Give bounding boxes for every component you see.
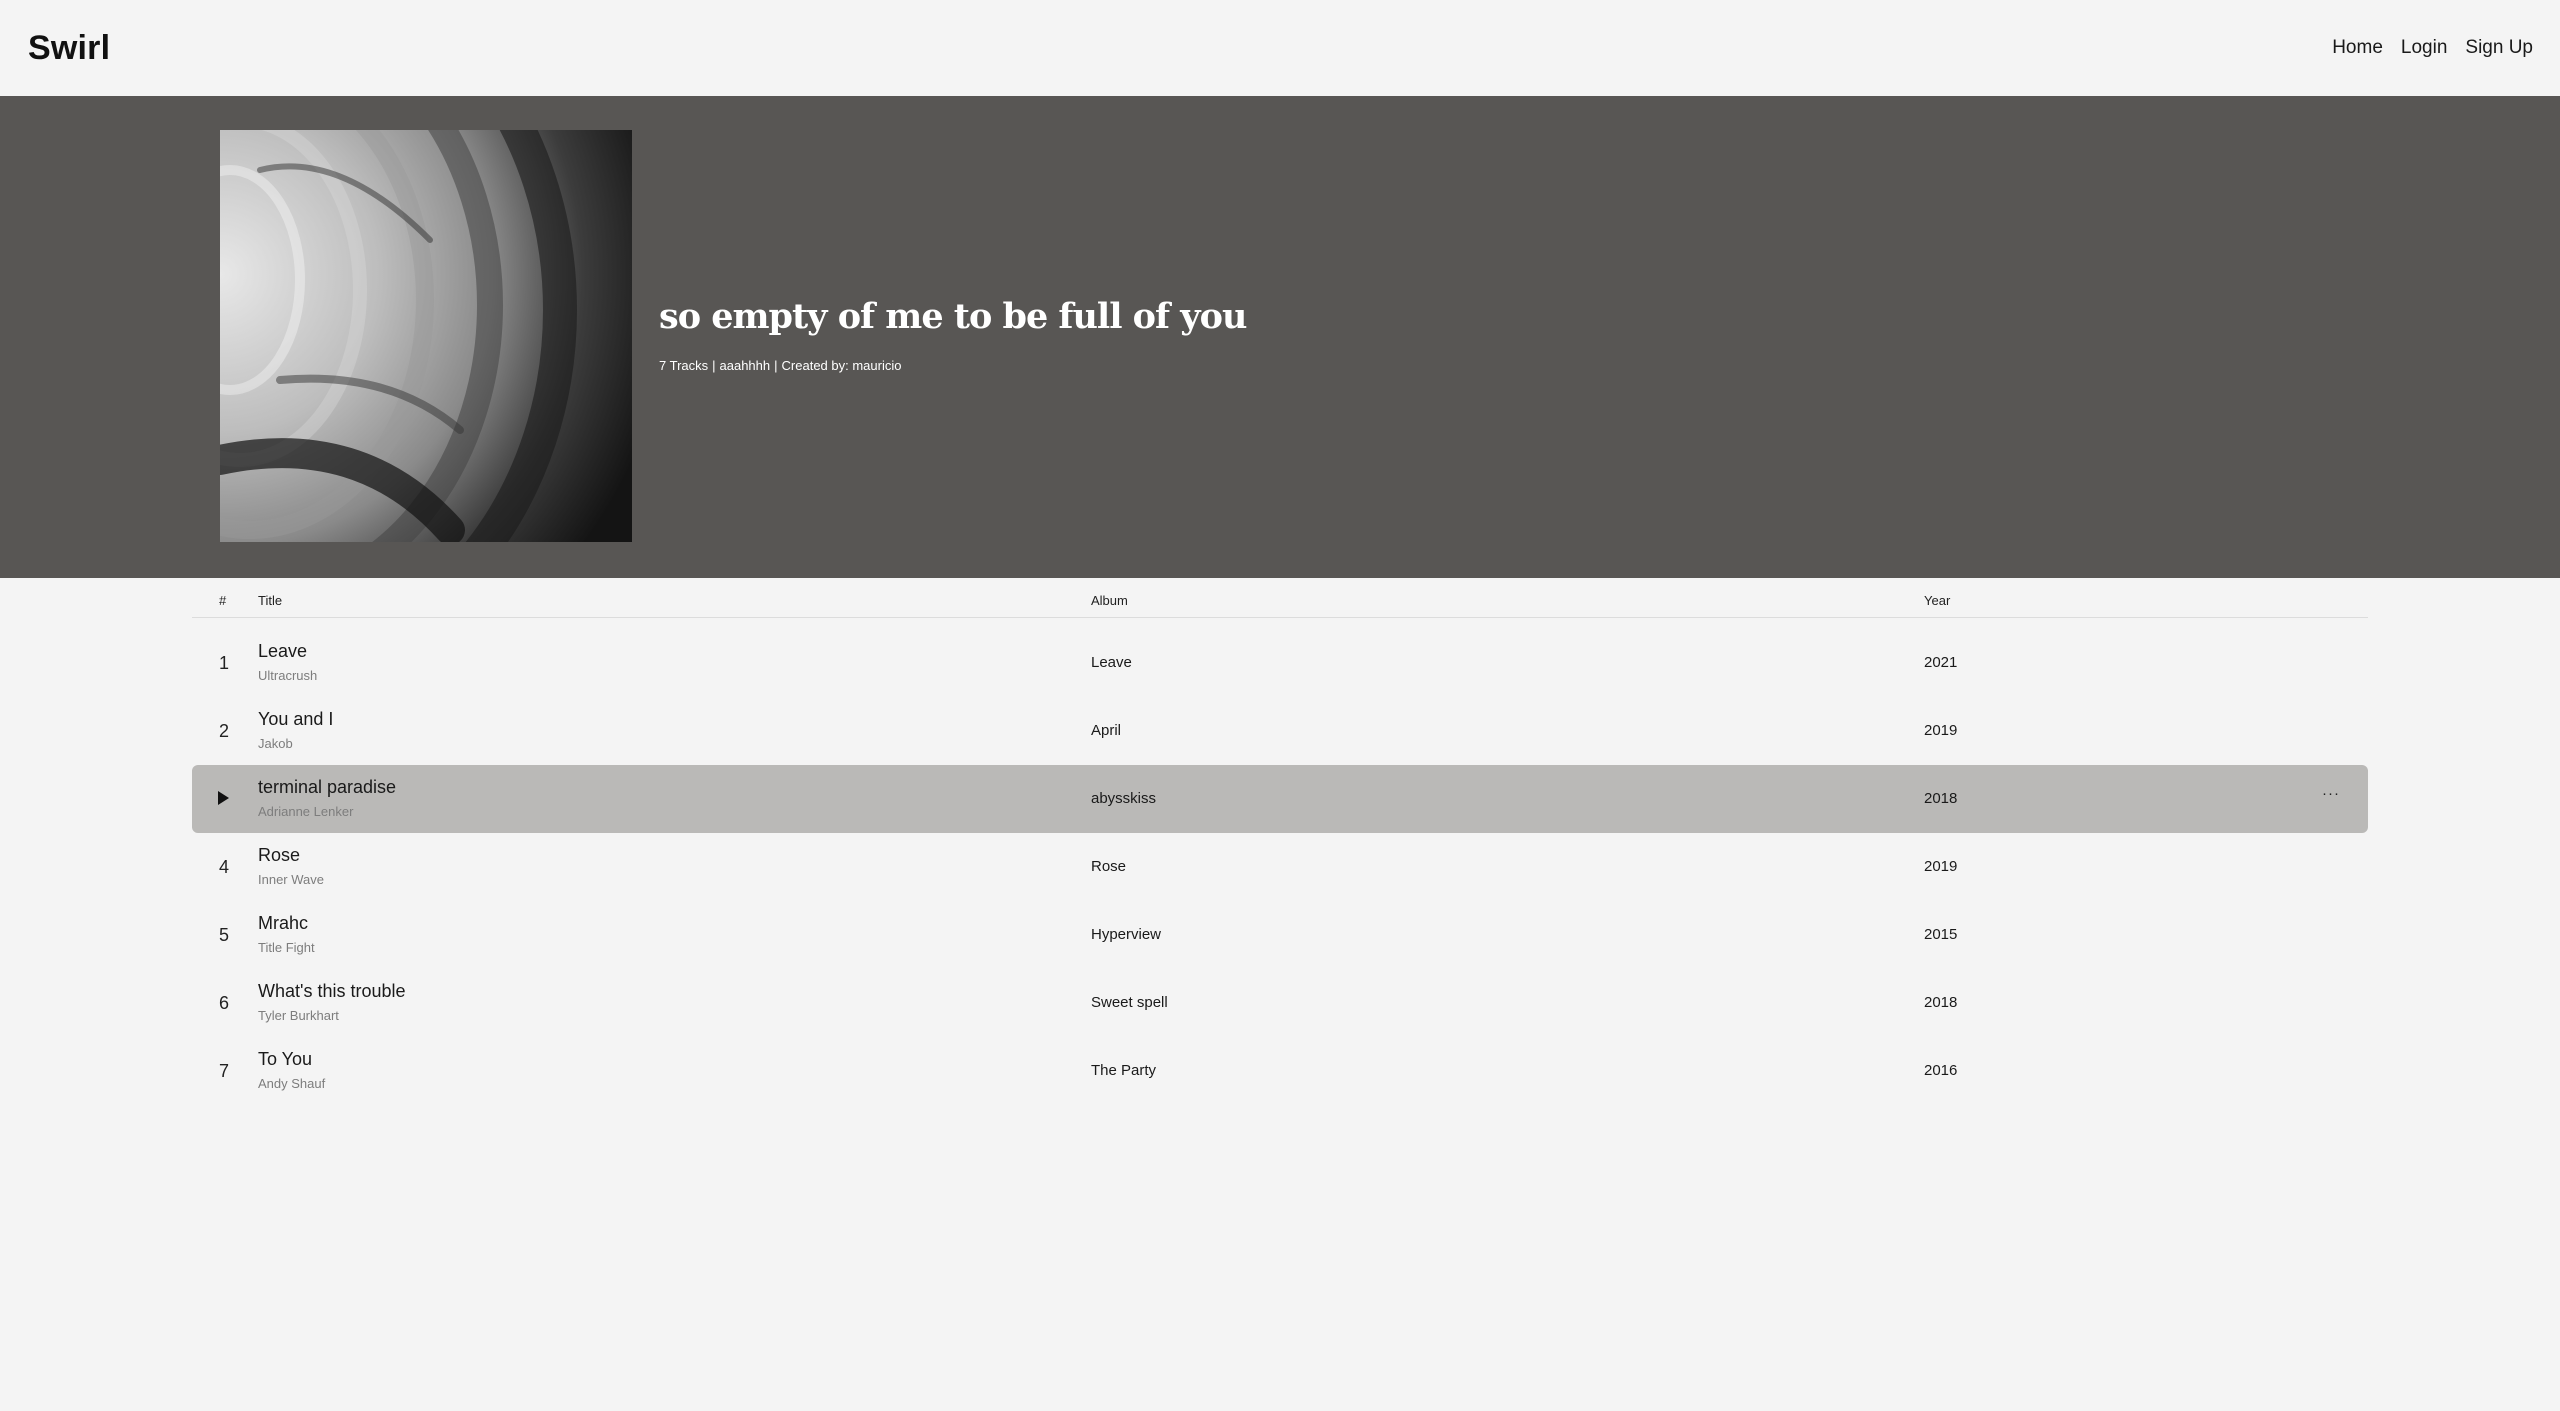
track-album[interactable]: April [1091,722,1121,739]
track-album[interactable]: abysskiss [1091,790,1156,807]
playlist-cover-image [220,130,632,542]
table-header: # Title Album Year [192,578,2368,618]
header-title: Title [258,593,283,608]
track-album[interactable]: Rose [1091,858,1126,875]
track-count: 7 Tracks [659,358,709,373]
track-title: Leave [258,641,308,661]
track-album[interactable]: Sweet spell [1091,994,1168,1011]
header-year: Year [1924,593,1951,608]
meta-separator: | [774,358,778,373]
track-table: # Title Album Year 1 Leave Ultracrush Le… [192,578,2368,1105]
top-navbar: Swirl Home Login Sign Up [0,0,2560,96]
header-album: Album [1091,593,1128,608]
track-title: terminal paradise [258,777,397,797]
track-artist[interactable]: Adrianne Lenker [258,804,353,819]
nav-link-login[interactable]: Login [2401,37,2448,59]
track-artist[interactable]: Title Fight [258,940,315,955]
track-number: 5 [219,925,230,945]
track-year: 2019 [1924,858,1958,875]
track-row[interactable]: 6 What's this trouble Tyler Burkhart Swe… [192,969,2368,1037]
playlist-creator[interactable]: Created by: mauricio [782,358,902,373]
meta-separator: | [712,358,716,373]
track-title: To You [258,1049,313,1069]
track-album[interactable]: Leave [1091,654,1132,671]
track-year: 2021 [1924,654,1958,671]
track-row[interactable]: 5 Mrahc Title Fight Hyperview 2015 [192,901,2368,969]
play-icon[interactable] [218,791,229,805]
track-title: Rose [258,845,301,865]
playlist-header: so empty of me to be full of you 7 Track… [0,96,2560,578]
playlist-meta: 7 Tracks | aaahhhh | Created by: maurici… [659,358,901,373]
playlist-description: aaahhhh [719,358,771,373]
track-album[interactable]: Hyperview [1091,926,1161,943]
track-row-active[interactable]: terminal paradise Adrianne Lenker abyssk… [192,765,2368,833]
track-row[interactable]: 7 To You Andy Shauf The Party 2016 [192,1037,2368,1105]
track-row[interactable]: 1 Leave Ultracrush Leave 2021 [192,629,2368,697]
track-year: 2019 [1924,722,1958,739]
nav-links: Home Login Sign Up [2332,37,2533,59]
track-number: 1 [219,653,230,673]
track-row[interactable]: 4 Rose Inner Wave Rose 2019 [192,833,2368,901]
track-artist[interactable]: Tyler Burkhart [258,1008,339,1023]
track-number: 7 [219,1061,230,1081]
track-artist[interactable]: Inner Wave [258,872,324,887]
track-artist[interactable]: Jakob [258,736,293,751]
brand-logo[interactable]: Swirl [28,29,110,68]
track-year: 2015 [1924,926,1958,943]
track-year: 2016 [1924,1062,1958,1079]
track-album[interactable]: The Party [1091,1062,1156,1079]
track-title: Mrahc [258,913,309,933]
track-number: 4 [219,857,230,877]
nav-link-home[interactable]: Home [2332,37,2383,59]
track-artist[interactable]: Andy Shauf [258,1076,325,1091]
header-number: # [219,593,227,608]
playlist-title: so empty of me to be full of you [659,296,1247,337]
track-year: 2018 [1924,790,1958,807]
track-list: 1 Leave Ultracrush Leave 2021 2 You and … [192,629,2368,1105]
track-row[interactable]: 2 You and I Jakob April 2019 [192,697,2368,765]
track-artist[interactable]: Ultracrush [258,668,317,683]
track-number: 2 [219,721,230,741]
more-options-icon[interactable]: ··· [2322,785,2340,802]
track-year: 2018 [1924,994,1958,1011]
track-number: 6 [219,993,230,1013]
nav-link-signup[interactable]: Sign Up [2465,37,2533,59]
track-title: You and I [258,709,334,729]
track-title: What's this trouble [258,981,406,1001]
